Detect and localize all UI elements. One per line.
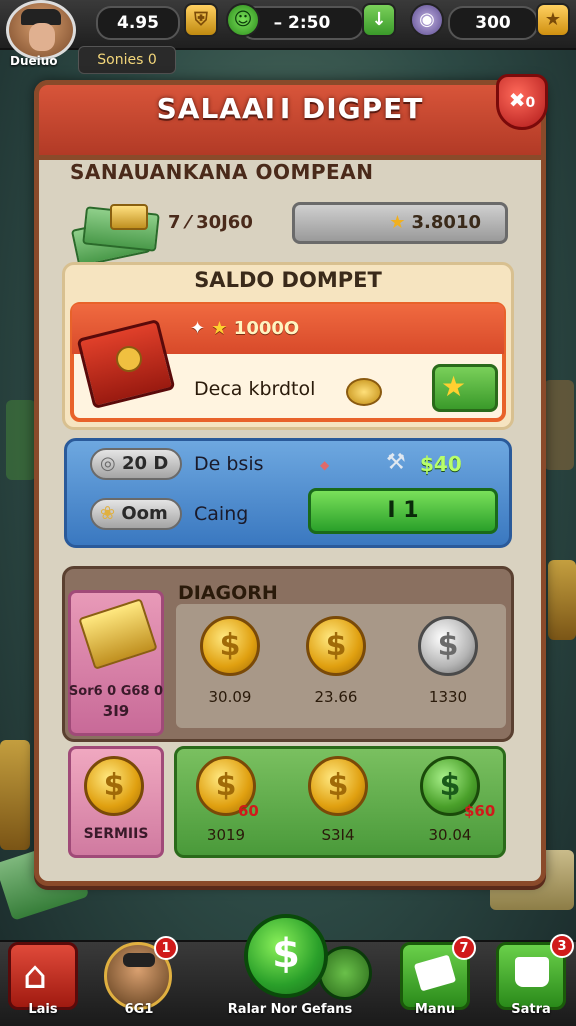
gold-coin-icon[interactable]: $ [306, 616, 366, 676]
avatar-icon [123, 953, 155, 967]
resource-gold-value: 4.95 [96, 6, 180, 40]
gift-box-icon [76, 316, 176, 410]
gem-purple-icon[interactable]: ◉ [410, 3, 444, 37]
star-icon: ★ [389, 212, 406, 233]
panel-title: SALAAI I DIGPET [156, 92, 424, 125]
nav-shop-badge: 3 [550, 934, 574, 958]
coin-icon [346, 378, 382, 406]
background-cash-left [6, 400, 36, 480]
nav-mail-badge: 7 [452, 936, 476, 960]
coin-label-2: 23.66 [314, 688, 358, 706]
background-coin-stack-left [0, 740, 30, 850]
promo-value: 3I9 [102, 702, 130, 720]
coin-label-1: 30.09 [208, 688, 252, 706]
silver-coin-icon[interactable]: $ [418, 616, 478, 676]
reward-description: Deca kbrdtol [194, 378, 316, 400]
coin-icon: ◎ [100, 453, 116, 474]
gold-bars-icon [78, 598, 158, 670]
background-coin-stack-right [548, 560, 576, 640]
exchange-button[interactable]: I 1 [308, 488, 498, 534]
dollar-main-button[interactable]: $ [244, 914, 328, 998]
section-heading: SANAUANKANA OOMPEAN [70, 160, 374, 184]
earnings-tag-3: $60 [464, 802, 496, 820]
exchange-amount-pill: ◎ 20 D [90, 448, 182, 480]
claim-star-button[interactable]: ★ [432, 364, 498, 412]
star-icon: ★ [441, 370, 467, 403]
player-name: Dueiuo [10, 54, 58, 68]
close-badge: 0 [525, 95, 536, 111]
coin-label-3: 1330 [428, 688, 468, 706]
globe-green-icon[interactable]: ☺ [226, 3, 260, 37]
envelope-icon [413, 954, 457, 992]
close-icon: ✖ [508, 88, 526, 112]
background-cash-right [544, 380, 574, 470]
exchange-label-1: De bsis [194, 453, 264, 475]
gold-coin-icon: $ [84, 756, 144, 816]
nav-home[interactable]: ⌂ [8, 942, 78, 1010]
star-add-icon[interactable]: ★ [536, 3, 570, 37]
nav-home-label: Lais [28, 1002, 58, 1017]
promo-text: Sor6 0 G68 0 [68, 684, 164, 699]
nav-shop-label: Satra [511, 1002, 551, 1017]
earnings-label-1: 3019 [206, 826, 246, 844]
player-subtitle: Sonies 0 [78, 46, 176, 74]
balance-pill[interactable]: ★ 3.8010 [292, 202, 508, 244]
shop-icon [515, 957, 549, 987]
saldo-title: SALDO DOMPET [194, 268, 382, 292]
home-icon: ⌂ [23, 953, 48, 997]
player-avatar[interactable] [6, 0, 76, 60]
dollar-icon: $ [272, 931, 300, 977]
butterfly-icon: ❀ [100, 503, 116, 524]
nav-mail-label: Manu [414, 1002, 456, 1017]
cash-value: 7 ⁄ 30J60 [168, 212, 253, 233]
exchange-label-2: Caing [194, 503, 249, 525]
reward-value: ✦ ★ 1000O [190, 318, 300, 339]
gold-coin-icon[interactable]: $ [308, 756, 368, 816]
download-green-icon[interactable]: ↓ [362, 3, 396, 37]
exchange-pill-2: ❀ Oom [90, 498, 182, 530]
star-icon: ★ [211, 318, 228, 339]
nav-profile-label: 6G1 [124, 1002, 154, 1017]
nav-profile-badge: 1 [154, 936, 178, 960]
shield-gold-icon[interactable]: ⛨ [184, 3, 218, 37]
balance-value: 3.8010 [411, 212, 481, 233]
gold-coin-icon[interactable]: $ [200, 616, 260, 676]
sparkle-icon: ✦ [190, 318, 206, 339]
earnings-label-3: 30.04 [428, 826, 472, 844]
earnings-label-2: S3I4 [321, 826, 355, 844]
nav-main-label: Ralar Nor Gefans [227, 1002, 353, 1017]
key-icon: ⚒ [386, 450, 406, 475]
diagorh-title: DIAGORH [178, 582, 278, 604]
sparkle-icon: ◆ [320, 458, 330, 472]
earnings-tag-1: 60 [238, 802, 259, 820]
earnings-side-label: SERMIIS [83, 826, 149, 842]
resource-gems-value: 300 [448, 6, 538, 40]
close-button[interactable]: ✖0 [496, 74, 548, 130]
cash-stack-icon [70, 204, 160, 268]
exchange-value: $40 [420, 452, 462, 476]
